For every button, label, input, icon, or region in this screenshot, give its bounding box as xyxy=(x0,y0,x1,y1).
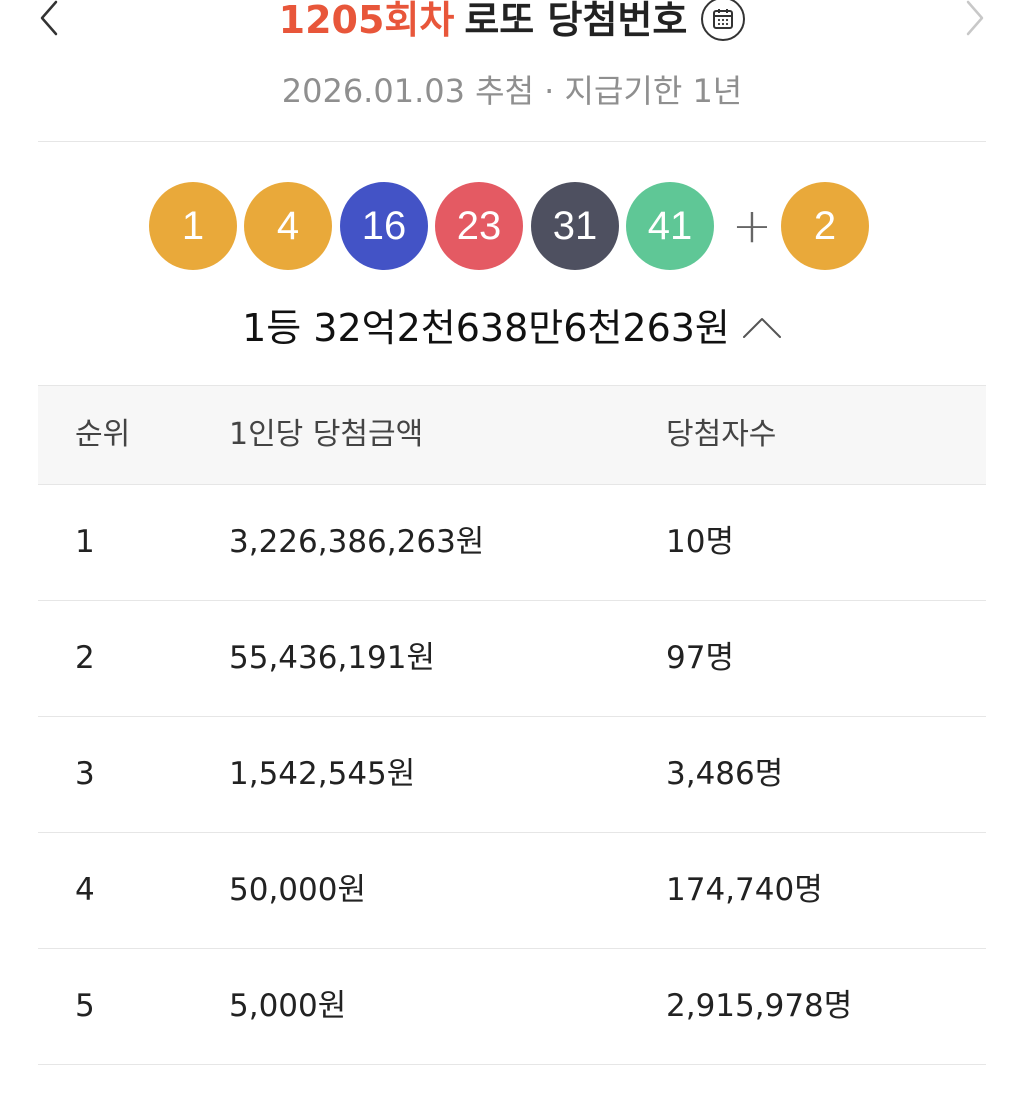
rank-cell: 5 xyxy=(75,988,95,1024)
rank-cell: 3 xyxy=(75,756,95,792)
winners-cell: 10명 xyxy=(666,524,734,560)
amount-cell: 1,542,545원 xyxy=(229,756,416,792)
calendar-icon xyxy=(713,8,734,29)
amount-cell: 3,226,386,263원 xyxy=(229,524,485,560)
rank-cell: 1 xyxy=(75,524,95,560)
number-ball: 41 xyxy=(626,182,714,270)
plus-sign: + xyxy=(731,198,773,254)
next-round-button[interactable] xyxy=(954,0,994,42)
number-ball: 31 xyxy=(531,182,619,270)
header-winners: 당첨자수 xyxy=(666,417,777,452)
winners-cell: 2,915,978명 xyxy=(666,988,853,1024)
prize-table: 순위 1인당 당첨금액 당첨자수 1 3,226,386,263원 10명 2 … xyxy=(38,385,986,1065)
header-amount: 1인당 당첨금액 xyxy=(229,417,424,452)
first-prize-text: 1등 32억2천638만6천263원 xyxy=(242,306,730,350)
table-row: 3 1,542,545원 3,486명 xyxy=(38,717,986,833)
chevron-right-icon xyxy=(966,0,984,36)
page-title: 1205회차 로또 당첨번호 xyxy=(0,0,1024,48)
draw-date-subtitle: 2026.01.03 추첨 · 지급기한 1년 xyxy=(281,72,743,110)
bonus-ball: 2 xyxy=(781,182,869,270)
table-header: 순위 1인당 당첨금액 당첨자수 xyxy=(38,385,986,485)
chevron-up-icon[interactable] xyxy=(742,301,782,353)
number-ball: 4 xyxy=(244,182,332,270)
amount-cell: 50,000원 xyxy=(229,872,366,908)
number-ball: 1 xyxy=(149,182,237,270)
header: 1205회차 로또 당첨번호 2026.01.03 추첨 · 지급기한 1년 xyxy=(0,0,1024,140)
round-number: 1205회차 xyxy=(278,0,455,42)
amount-cell: 5,000원 xyxy=(229,988,347,1024)
number-ball: 23 xyxy=(435,182,523,270)
header-rank: 순위 xyxy=(75,417,131,452)
rank-cell: 2 xyxy=(75,640,95,676)
table-row: 4 50,000원 174,740명 xyxy=(38,833,986,949)
winners-cell: 97명 xyxy=(666,640,734,676)
calendar-button[interactable] xyxy=(701,0,746,41)
first-prize-summary[interactable]: 1등 32억2천638만6천263원 xyxy=(0,302,1024,357)
winning-numbers: 1 4 16 23 31 41 + 2 xyxy=(0,182,1024,272)
title-text: 로또 당첨번호 xyxy=(464,0,688,42)
winners-cell: 174,740명 xyxy=(666,872,823,908)
amount-cell: 55,436,191원 xyxy=(229,640,436,676)
rank-cell: 4 xyxy=(75,872,95,908)
table-row: 2 55,436,191원 97명 xyxy=(38,601,986,717)
number-ball: 16 xyxy=(340,182,428,270)
winners-cell: 3,486명 xyxy=(666,756,784,792)
table-row: 5 5,000원 2,915,978명 xyxy=(38,949,986,1065)
table-row: 1 3,226,386,263원 10명 xyxy=(38,485,986,601)
divider xyxy=(38,141,986,142)
